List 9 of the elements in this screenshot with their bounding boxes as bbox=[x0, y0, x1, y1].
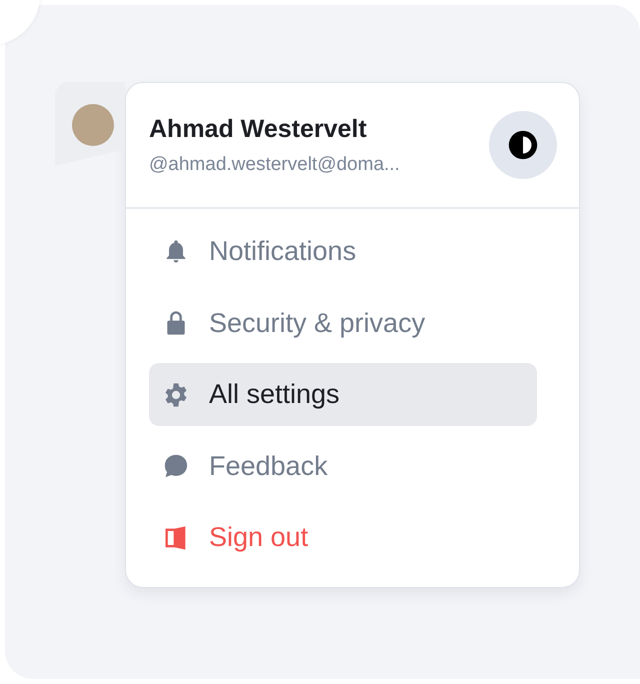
menu-item[interactable]: All settings bbox=[149, 363, 537, 426]
user-handle: @ahmad.westervelt@doma... bbox=[149, 154, 400, 176]
user-name: Ahmad Westervelt bbox=[149, 114, 368, 144]
contrast-icon bbox=[506, 128, 540, 162]
menu-item[interactable]: Notifications bbox=[149, 220, 537, 283]
menu-item[interactable]: Security & privacy bbox=[149, 292, 537, 354]
menu-item[interactable]: Feedback bbox=[149, 434, 537, 498]
chat-bubble-icon bbox=[162, 452, 190, 480]
menu-item[interactable]: Sign out bbox=[149, 506, 537, 569]
